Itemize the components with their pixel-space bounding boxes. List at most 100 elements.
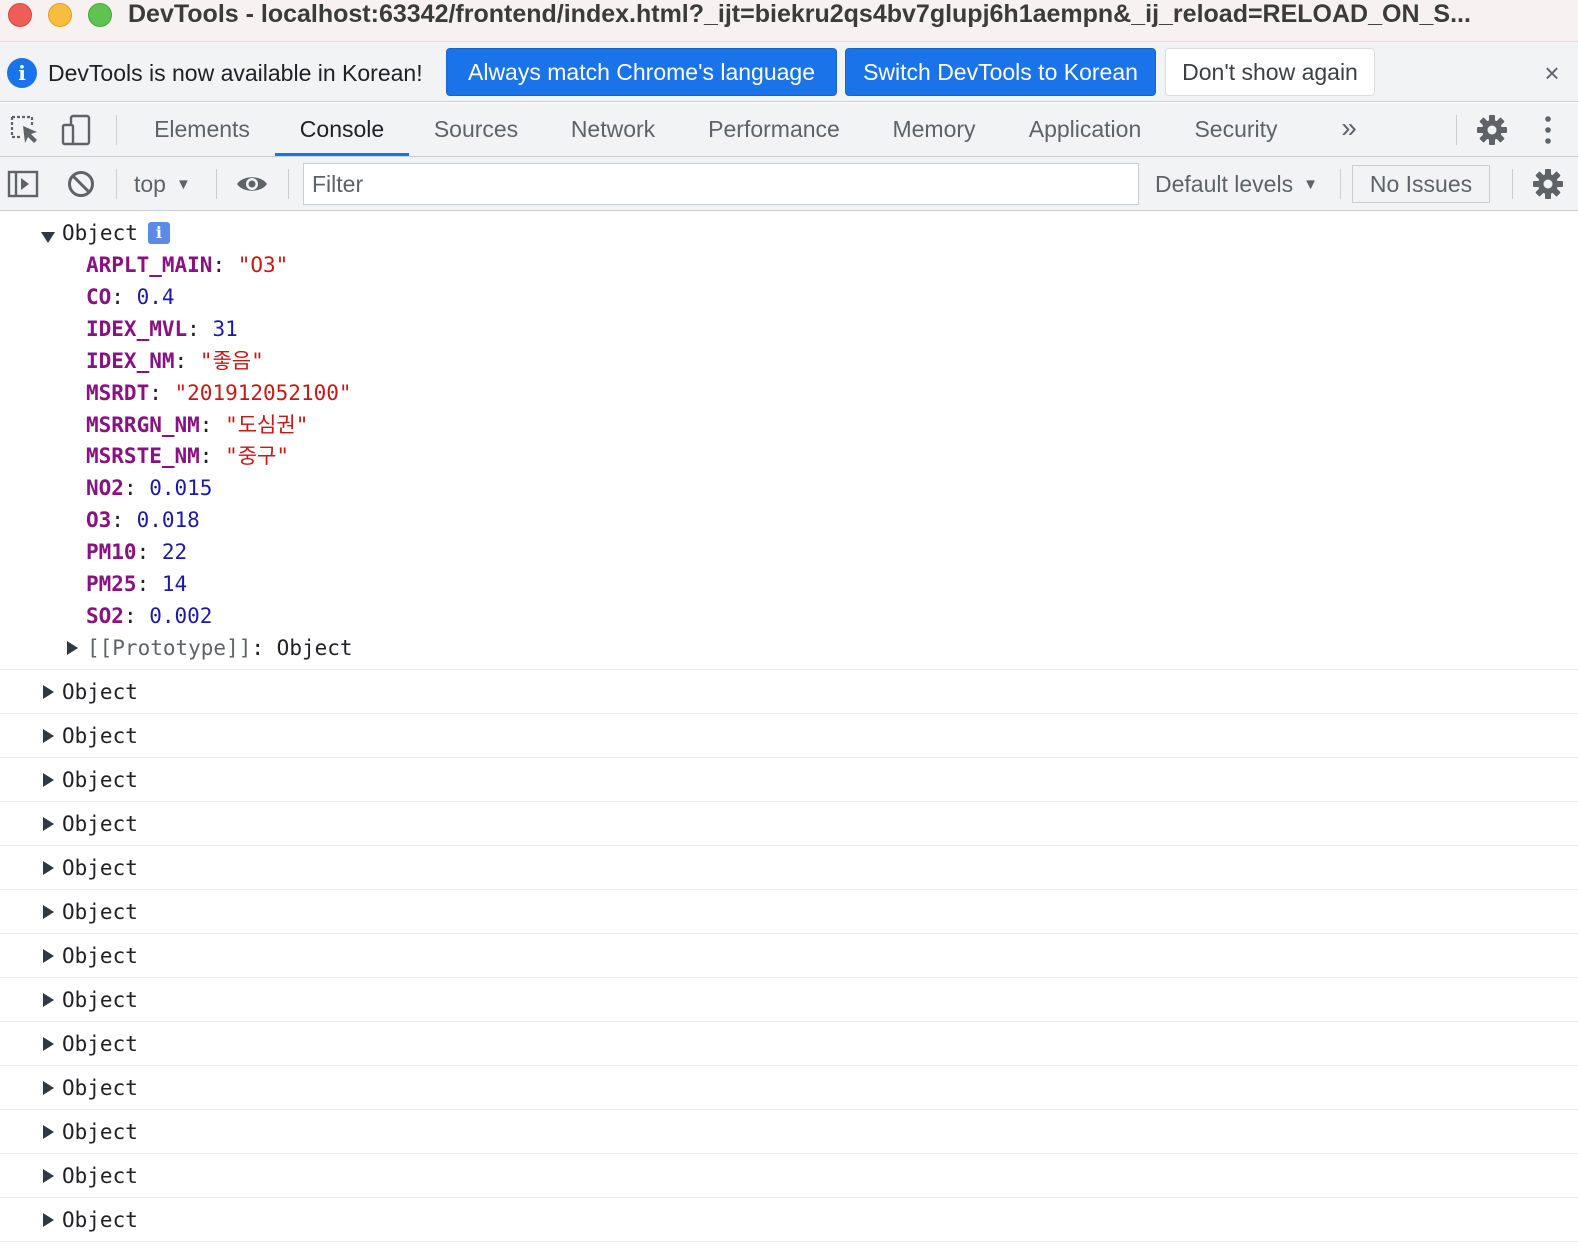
console-log-entry[interactable]: Object xyxy=(0,802,1578,846)
property-colon: : xyxy=(123,603,150,628)
issues-button[interactable]: No Issues xyxy=(1352,165,1490,203)
minimize-window-button[interactable] xyxy=(48,3,72,27)
object-property-row: NO2: 0.015 xyxy=(86,473,212,503)
tab-network[interactable]: Network xyxy=(555,103,671,156)
dont-show-again-button[interactable]: Don't show again xyxy=(1165,48,1375,96)
property-value: "좋음" xyxy=(199,348,264,373)
object-property-row: IDEX_NM: "좋음" xyxy=(86,346,264,376)
expand-triangle-icon[interactable] xyxy=(43,773,54,787)
object-property-row: MSRRGN_NM: "도심권" xyxy=(86,410,308,440)
expand-triangle-icon[interactable] xyxy=(43,905,54,919)
expand-triangle-icon[interactable] xyxy=(67,641,78,655)
property-key: CO xyxy=(86,284,112,309)
expand-triangle-icon[interactable] xyxy=(43,817,54,831)
console-log-entry[interactable]: Object xyxy=(0,846,1578,890)
tab-application[interactable]: Application xyxy=(1012,103,1158,156)
toolbar-divider xyxy=(1456,115,1457,145)
property-value: "O3" xyxy=(237,253,289,277)
console-log-entry[interactable]: Object xyxy=(0,758,1578,802)
console-log-entry[interactable]: Object xyxy=(0,1022,1578,1066)
expand-triangle-icon[interactable] xyxy=(43,949,54,963)
object-property-row: CO: 0.4 xyxy=(86,282,175,312)
close-icon[interactable]: × xyxy=(1540,58,1564,88)
console-settings-gear-icon[interactable] xyxy=(1532,168,1564,200)
live-expression-eye-icon[interactable] xyxy=(235,167,269,201)
info-icon: i xyxy=(7,58,37,88)
more-tabs-chevron-icon[interactable]: » xyxy=(1334,111,1364,147)
object-label: Object xyxy=(62,944,138,968)
property-key: MSRSTE_NM xyxy=(86,444,200,469)
close-window-button[interactable] xyxy=(8,3,32,27)
toolbar-divider xyxy=(116,169,117,199)
object-label: Object xyxy=(62,1208,138,1232)
context-label: top xyxy=(134,171,166,197)
show-sidebar-icon[interactable] xyxy=(6,167,40,201)
console-log-entry[interactable]: Object xyxy=(0,890,1578,934)
maximize-window-button[interactable] xyxy=(88,3,112,27)
expand-triangle-icon[interactable] xyxy=(43,993,54,1007)
inspect-element-icon[interactable] xyxy=(8,113,42,147)
execution-context-selector[interactable]: top ▼ xyxy=(134,167,191,201)
prototype-key: [[Prototype]] xyxy=(87,636,252,660)
object-label: Object xyxy=(62,1076,138,1100)
console-log-entry[interactable]: Object xyxy=(0,978,1578,1022)
tab-security[interactable]: Security xyxy=(1180,103,1292,156)
expand-triangle-icon[interactable] xyxy=(43,729,54,743)
expand-triangle-icon[interactable] xyxy=(43,1125,54,1139)
property-key: PM10 xyxy=(86,540,137,565)
tab-memory[interactable]: Memory xyxy=(878,103,990,156)
property-key: SO2 xyxy=(86,603,124,628)
tab-sources[interactable]: Sources xyxy=(420,103,532,156)
expand-triangle-icon[interactable] xyxy=(43,685,54,699)
object-property-row: O3: 0.018 xyxy=(86,505,200,535)
expand-triangle-icon[interactable] xyxy=(43,1037,54,1051)
object-label: Object xyxy=(62,988,138,1012)
property-value: 31 xyxy=(212,316,238,341)
console-log-entry[interactable]: Object xyxy=(0,1154,1578,1198)
object-header[interactable]: Object i xyxy=(62,218,170,248)
expand-triangle-icon[interactable] xyxy=(43,1081,54,1095)
property-key: NO2 xyxy=(86,476,124,501)
property-key: O3 xyxy=(86,508,112,533)
expand-triangle-icon[interactable] xyxy=(43,1213,54,1227)
console-log-entry[interactable]: Object xyxy=(0,670,1578,714)
toolbar-divider xyxy=(288,169,289,199)
property-value: 14 xyxy=(161,572,188,596)
console-log-entry[interactable]: Object xyxy=(0,714,1578,758)
settings-gear-icon[interactable] xyxy=(1476,114,1508,146)
filter-input[interactable] xyxy=(303,163,1139,205)
always-match-language-button[interactable]: Always match Chrome's language xyxy=(446,48,837,96)
object-property-row: ARPLT_MAIN: "O3" xyxy=(86,250,288,280)
collapse-triangle-icon[interactable] xyxy=(41,232,55,243)
object-property-row: IDEX_MVL: 31 xyxy=(86,314,238,344)
more-options-icon[interactable] xyxy=(1534,113,1562,147)
object-property-row: MSRDT: "201912052100" xyxy=(86,378,352,408)
device-toolbar-icon[interactable] xyxy=(60,113,94,147)
object-property-row: PM10: 22 xyxy=(86,537,187,567)
tab-console[interactable]: Console xyxy=(275,103,409,156)
property-colon: : xyxy=(111,284,137,309)
toolbar-divider xyxy=(1340,169,1341,199)
property-key: ARPLT_MAIN xyxy=(86,253,213,277)
console-log-entry[interactable]: Object xyxy=(0,934,1578,978)
property-colon: : xyxy=(199,412,226,437)
object-info-icon[interactable]: i xyxy=(147,222,170,244)
log-levels-dropdown[interactable]: Default levels ▼ xyxy=(1155,167,1318,201)
console-log-entry[interactable]: Object xyxy=(0,1066,1578,1110)
property-colon: : xyxy=(187,316,213,341)
prototype-row[interactable]: [[Prototype]]: Object xyxy=(87,633,353,663)
object-label: Object xyxy=(62,1164,138,1188)
property-value: 0.4 xyxy=(136,284,175,309)
console-log-entry[interactable]: Object xyxy=(0,1198,1578,1242)
property-colon: : xyxy=(123,476,150,501)
tab-elements[interactable]: Elements xyxy=(140,103,264,156)
tab-performance[interactable]: Performance xyxy=(693,103,855,156)
expand-triangle-icon[interactable] xyxy=(43,861,54,875)
console-log-entry[interactable]: Object xyxy=(0,1110,1578,1154)
switch-to-korean-button[interactable]: Switch DevTools to Korean xyxy=(845,48,1156,96)
prototype-value: Object xyxy=(276,636,353,660)
expand-triangle-icon[interactable] xyxy=(43,1169,54,1183)
dropdown-caret-icon: ▼ xyxy=(1303,176,1318,193)
property-key: IDEX_NM xyxy=(86,348,175,373)
clear-console-icon[interactable] xyxy=(64,167,98,201)
